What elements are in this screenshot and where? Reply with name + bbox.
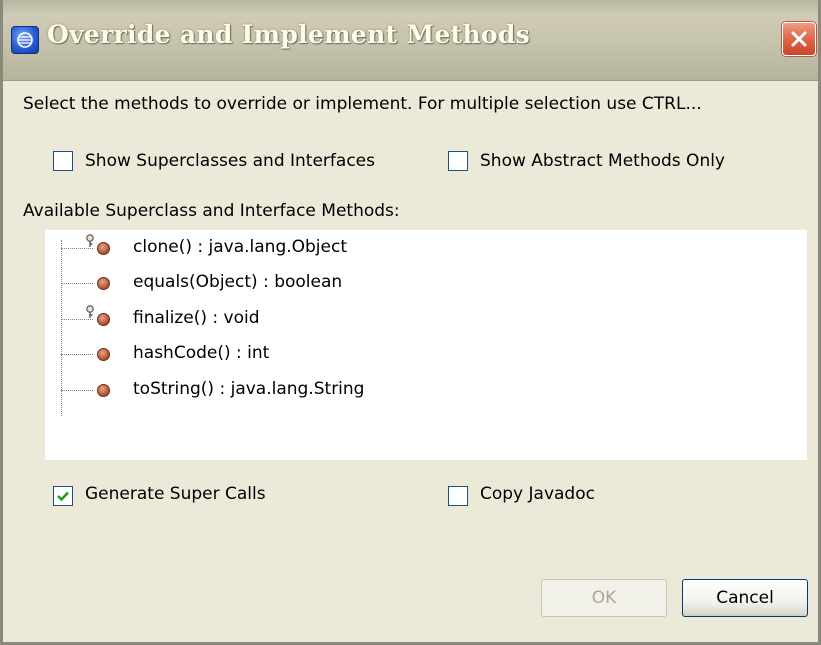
protected-key-icon xyxy=(86,305,94,318)
cancel-button[interactable]: Cancel xyxy=(682,579,808,617)
copy-javadoc-checkbox[interactable] xyxy=(448,486,468,506)
show-superclasses-label[interactable]: Show Superclasses and Interfaces xyxy=(85,151,375,171)
dialog-title: Override and Implement Methods xyxy=(47,20,531,49)
override-implement-dialog: Override and Implement Methods Select th… xyxy=(0,0,821,645)
generate-super-calls-checkbox[interactable] xyxy=(53,486,73,506)
protected-method-icon xyxy=(97,313,110,326)
public-method-icon xyxy=(97,348,110,361)
close-icon xyxy=(791,31,807,47)
title-bar[interactable]: Override and Implement Methods xyxy=(3,0,818,81)
checkmark-icon xyxy=(57,491,69,502)
generate-super-calls-label[interactable]: Generate Super Calls xyxy=(85,484,266,504)
public-method-icon xyxy=(97,384,110,397)
show-superclasses-checkbox[interactable] xyxy=(53,151,73,171)
show-abstract-label[interactable]: Show Abstract Methods Only xyxy=(480,151,725,171)
methods-list-caption: Available Superclass and Interface Metho… xyxy=(23,201,400,221)
method-label: equals(Object) : boolean xyxy=(133,272,343,292)
public-method-icon xyxy=(97,277,110,290)
method-label: hashCode() : int xyxy=(133,343,270,363)
copy-javadoc-label[interactable]: Copy Javadoc xyxy=(480,484,595,504)
method-label: toString() : java.lang.String xyxy=(133,379,365,399)
method-label: clone() : java.lang.Object xyxy=(133,237,348,257)
methods-tree[interactable]: clone() : java.lang.Object equals(Object… xyxy=(45,230,807,460)
protected-key-icon xyxy=(86,234,94,247)
close-button[interactable] xyxy=(782,22,816,56)
ok-button[interactable]: OK xyxy=(541,579,667,617)
eclipse-app-icon xyxy=(11,26,39,54)
instruction-text: Select the methods to override or implem… xyxy=(23,94,702,114)
protected-method-icon xyxy=(97,242,110,255)
method-label: finalize() : void xyxy=(133,308,260,328)
show-abstract-checkbox[interactable] xyxy=(448,151,468,171)
